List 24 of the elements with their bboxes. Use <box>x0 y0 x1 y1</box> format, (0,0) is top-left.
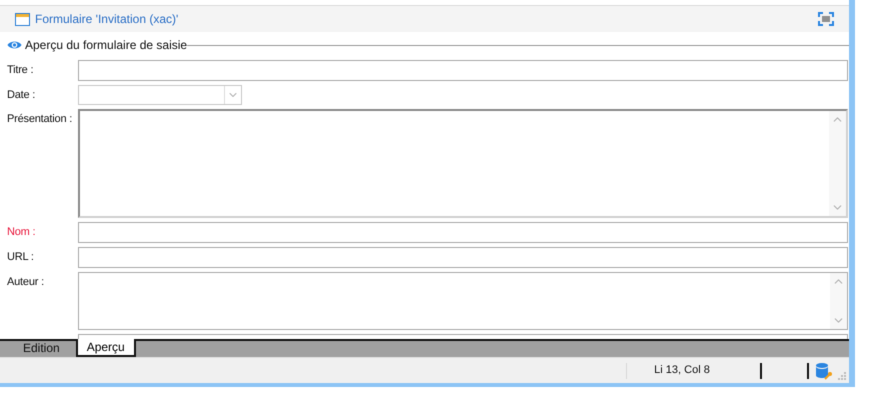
window-icon <box>15 12 30 26</box>
text-area[interactable] <box>78 109 848 218</box>
cursor-position: Li 13, Col 8 <box>653 363 711 378</box>
fullscreen-icon[interactable] <box>818 12 834 26</box>
resize-grip-icon[interactable] <box>838 372 846 380</box>
text-field[interactable] <box>78 247 848 268</box>
field-label: Présentation : <box>7 112 72 127</box>
field-label: Nom : <box>7 225 36 240</box>
window-title: Formulaire 'Invitation (xac)' <box>35 11 178 28</box>
text-field[interactable] <box>78 60 848 81</box>
database-icon[interactable] <box>815 362 833 380</box>
field-label: Titre : <box>7 63 34 78</box>
field-label: URL : <box>7 250 34 265</box>
eye-icon <box>7 40 22 50</box>
tab[interactable]: Edition <box>7 339 76 355</box>
tab[interactable]: Aperçu <box>76 339 136 357</box>
date-dropdown[interactable] <box>78 85 242 105</box>
scrollbar[interactable] <box>830 273 847 329</box>
field-label: Auteur : <box>7 275 44 290</box>
text-field[interactable] <box>78 222 848 243</box>
section-title: Aperçu du formulaire de saisie <box>25 37 188 54</box>
field-label: Date : <box>7 88 36 103</box>
scrollbar[interactable] <box>829 111 846 216</box>
text-area[interactable] <box>78 272 848 330</box>
